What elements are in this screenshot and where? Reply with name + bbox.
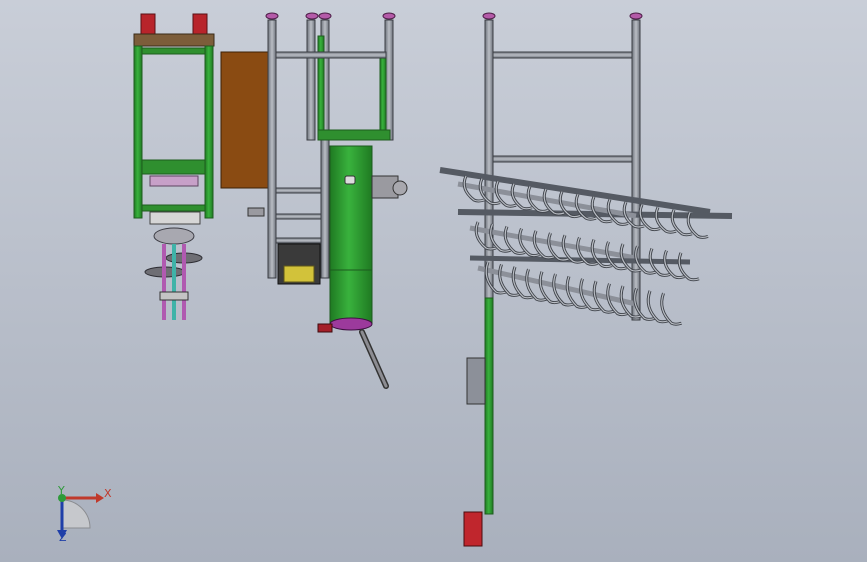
mid-pad-3 xyxy=(318,12,332,20)
right-pad-1 xyxy=(482,12,496,20)
left-rod-purple-2 xyxy=(182,244,186,320)
left-rod-teal xyxy=(172,244,176,320)
right-green-tube xyxy=(484,297,494,515)
mid-rail-b xyxy=(275,213,322,220)
brown-panel-bracket xyxy=(247,207,265,217)
left-red-cap-1 xyxy=(140,13,156,37)
handle-arm-highlight xyxy=(360,330,388,388)
mid-post-1 xyxy=(267,19,277,279)
triad-x-arrow xyxy=(96,493,104,503)
right-bottom-motor xyxy=(463,511,483,547)
mid-green-base xyxy=(317,129,391,141)
triad-x-label: X xyxy=(104,487,112,500)
right-mid-rail xyxy=(492,155,633,163)
left-mid-block xyxy=(149,175,199,187)
left-clamp xyxy=(149,211,201,225)
right-control-box xyxy=(466,357,486,405)
axis-triad: X Y Z xyxy=(57,484,112,544)
mid-pad-4 xyxy=(382,12,396,20)
mid-rail-c xyxy=(275,237,322,244)
left-frame-top-rail xyxy=(141,47,206,55)
mid-pad-2 xyxy=(305,12,319,20)
left-frame-post-r xyxy=(204,45,214,219)
left-top-plate xyxy=(133,33,215,47)
right-pad-2 xyxy=(629,12,643,20)
assembly-drawing: X Y Z xyxy=(57,12,733,547)
left-rod-purple-1 xyxy=(162,244,166,320)
right-rack-unit xyxy=(439,12,733,547)
right-top-rail xyxy=(492,51,633,59)
rack-hook xyxy=(660,292,682,326)
mid-yellow-box xyxy=(283,265,315,283)
left-frame-bottom-rail xyxy=(141,204,206,212)
green-column-cap xyxy=(329,317,373,331)
brown-panel xyxy=(220,51,270,189)
green-column-sensor xyxy=(344,175,356,185)
left-red-cap-2 xyxy=(192,13,208,37)
triad-z-label: Z xyxy=(59,531,67,544)
triad-quadrant xyxy=(61,499,91,529)
rack-hook-highlight xyxy=(661,292,682,325)
left-frame-post-l xyxy=(133,45,143,219)
mid-rail-a xyxy=(275,187,322,194)
right-post-r xyxy=(631,19,641,321)
middle-unit xyxy=(265,12,408,389)
mid-green-post-r xyxy=(379,55,387,141)
green-column xyxy=(329,145,373,325)
side-gripper-wheel xyxy=(392,180,408,196)
mid-top-rail xyxy=(275,51,387,59)
left-disk xyxy=(153,227,195,245)
brown-panel-unit xyxy=(220,51,270,217)
left-frame-mid-rail xyxy=(141,159,206,175)
cad-viewport[interactable]: X Y Z xyxy=(0,0,867,562)
mid-pad-1 xyxy=(265,12,279,20)
left-rod-clamp xyxy=(159,291,189,301)
green-column-motor xyxy=(317,323,333,333)
triad-y-label: Y xyxy=(57,484,65,497)
left-frame-unit xyxy=(133,13,215,320)
mid-post-2 xyxy=(306,19,316,141)
